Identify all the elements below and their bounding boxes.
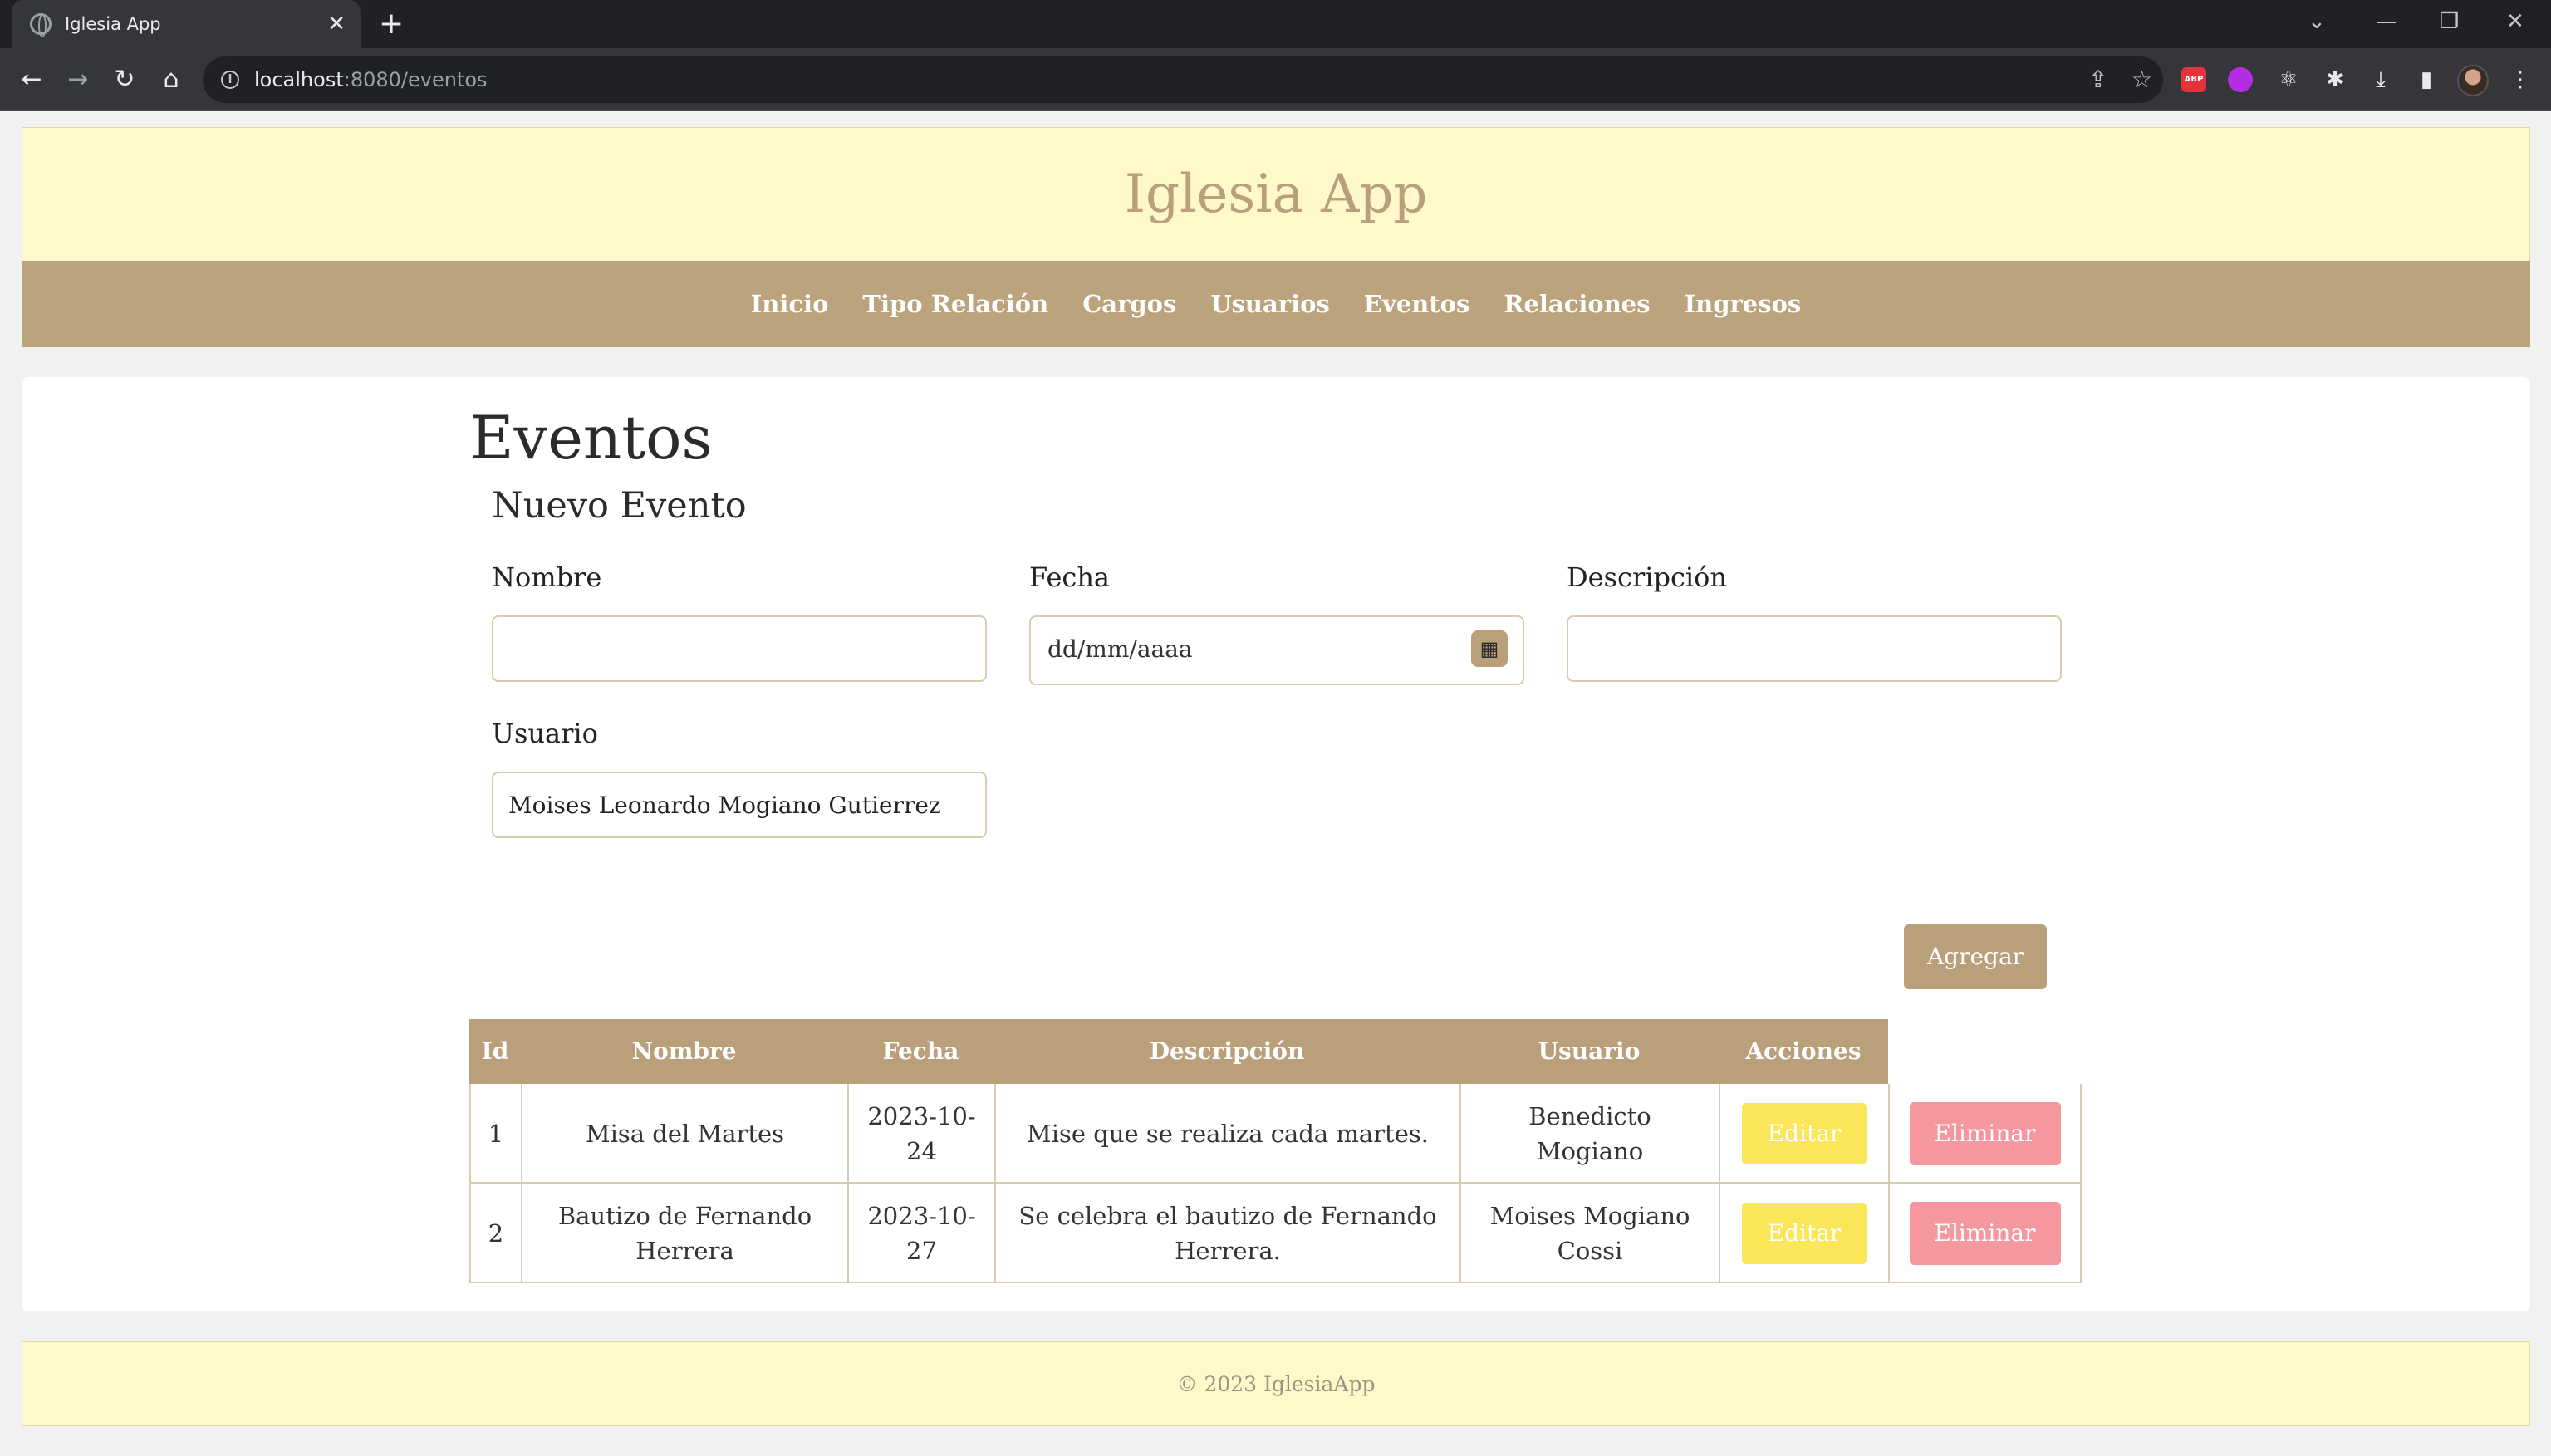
extensions-icon[interactable]: ✱ [2318, 62, 2352, 97]
table-header: Id Nombre Fecha Descripción Usuario Acci… [469, 1019, 1888, 1084]
tab-title: Iglesia App [65, 14, 161, 34]
cell-eliminar: Eliminar [1888, 1084, 2082, 1184]
page-title: Eventos [470, 403, 713, 473]
table-row: 1 Misa del Martes 2023-10-24 Mise que se… [469, 1084, 2082, 1184]
col-usuario: Usuario [1538, 1037, 1641, 1065]
info-icon[interactable]: i [221, 71, 239, 89]
tab-close-icon[interactable]: ✕ [327, 10, 346, 38]
nombre-label: Nombre [492, 561, 602, 593]
cell-descripcion: Se celebra el bautizo de Fernando Herrer… [994, 1184, 1459, 1283]
cell-fecha: 2023-10-24 [847, 1084, 994, 1184]
profile-avatar[interactable] [2457, 65, 2489, 96]
url-path: :8080/eventos [343, 68, 488, 91]
footer: © 2023 IglesiaApp [22, 1341, 2530, 1426]
nombre-input[interactable] [492, 615, 987, 682]
cell-editar: Editar [1719, 1184, 1888, 1283]
menu-icon[interactable]: ⋮ [2503, 62, 2538, 97]
address-bar[interactable]: i localhost:8080/eventos ⇪ ☆ [203, 56, 2163, 103]
main-nav: Inicio Tipo Relación Cargos Usuarios Eve… [22, 261, 2530, 347]
cell-eliminar: Eliminar [1888, 1184, 2082, 1283]
fecha-placeholder: dd/mm/aaaa [1047, 635, 1193, 663]
browser-tab-bar: Iglesia App ✕ + ⌄ — ❐ ✕ [0, 0, 2551, 48]
cell-id: 1 [469, 1084, 521, 1184]
cell-id: 2 [469, 1184, 521, 1283]
col-fecha: Fecha [882, 1037, 959, 1065]
agregar-button[interactable]: Agregar [1904, 924, 2047, 989]
browser-tab[interactable]: Iglesia App ✕ [12, 0, 361, 48]
tab-search-icon[interactable]: ⌄ [2308, 5, 2326, 38]
cell-nombre: Bautizo de Fernando Herrera [521, 1184, 847, 1283]
forward-icon[interactable]: → [60, 61, 96, 98]
fecha-label: Fecha [1029, 561, 1110, 593]
extension-icon[interactable] [2228, 67, 2253, 92]
browser-toolbar: ← → ↻ ⌂ i localhost:8080/eventos ⇪ ☆ ABP… [0, 48, 2551, 111]
adblock-extension-icon[interactable]: ABP [2181, 67, 2206, 92]
nav-usuarios[interactable]: Usuarios [1210, 290, 1329, 318]
cell-editar: Editar [1719, 1084, 1888, 1184]
reload-icon[interactable]: ↻ [106, 61, 143, 98]
fecha-input[interactable]: dd/mm/aaaa ▦ [1029, 615, 1524, 685]
globe-icon [30, 13, 52, 37]
col-descripcion: Descripción [1149, 1037, 1305, 1065]
col-nombre: Nombre [631, 1037, 737, 1065]
eliminar-button[interactable]: Eliminar [1909, 1202, 2061, 1265]
nav-cargos[interactable]: Cargos [1082, 290, 1176, 318]
nav-eventos[interactable]: Eventos [1364, 290, 1470, 318]
cell-usuario: Moises Mogiano Cossi [1459, 1184, 1719, 1283]
usuario-label: Usuario [492, 718, 598, 749]
restore-icon[interactable]: ❐ [2440, 5, 2459, 38]
descripcion-input[interactable] [1567, 615, 2062, 682]
calendar-icon[interactable]: ▦ [1471, 630, 1508, 667]
app-header: Iglesia App [22, 127, 2530, 262]
new-tab-icon[interactable]: + [379, 7, 404, 42]
descripcion-label: Descripción [1567, 561, 1727, 593]
cell-descripcion: Mise que se realiza cada martes. [994, 1084, 1459, 1184]
nav-ingresos[interactable]: Ingresos [1685, 290, 1802, 318]
form-title: Nuevo Evento [492, 485, 747, 527]
cell-fecha: 2023-10-27 [847, 1184, 994, 1283]
cell-usuario: Benedicto Mogiano [1459, 1084, 1719, 1184]
app-title: Iglesia App [1124, 164, 1428, 225]
nav-relaciones[interactable]: Relaciones [1504, 290, 1650, 318]
star-icon[interactable]: ☆ [2132, 63, 2152, 96]
table-row: 2 Bautizo de Fernando Herrera 2023-10-27… [469, 1184, 2082, 1283]
close-window-icon[interactable]: ✕ [2506, 5, 2524, 38]
url-host: localhost [254, 68, 344, 91]
editar-button[interactable]: Editar [1742, 1203, 1867, 1264]
share-icon[interactable]: ⇪ [2088, 63, 2107, 96]
home-icon[interactable]: ⌂ [153, 61, 189, 98]
usuario-input[interactable] [492, 772, 987, 838]
footer-text: © 2023 IglesiaApp [1176, 1371, 1376, 1396]
cell-nombre: Misa del Martes [521, 1084, 847, 1184]
back-icon[interactable]: ← [13, 61, 50, 98]
eliminar-button[interactable]: Eliminar [1909, 1102, 2061, 1165]
editar-button[interactable]: Editar [1742, 1103, 1867, 1164]
side-panel-icon[interactable]: ▮ [2409, 62, 2444, 97]
download-icon[interactable]: ⤓ [2363, 62, 2398, 97]
react-icon[interactable]: ⚛ [2271, 62, 2306, 97]
col-id: Id [481, 1037, 509, 1065]
minimize-icon[interactable]: — [2376, 5, 2397, 38]
nav-inicio[interactable]: Inicio [751, 290, 829, 318]
nav-tipo-relacion[interactable]: Tipo Relación [862, 290, 1048, 318]
col-acciones: Acciones [1745, 1037, 1862, 1065]
